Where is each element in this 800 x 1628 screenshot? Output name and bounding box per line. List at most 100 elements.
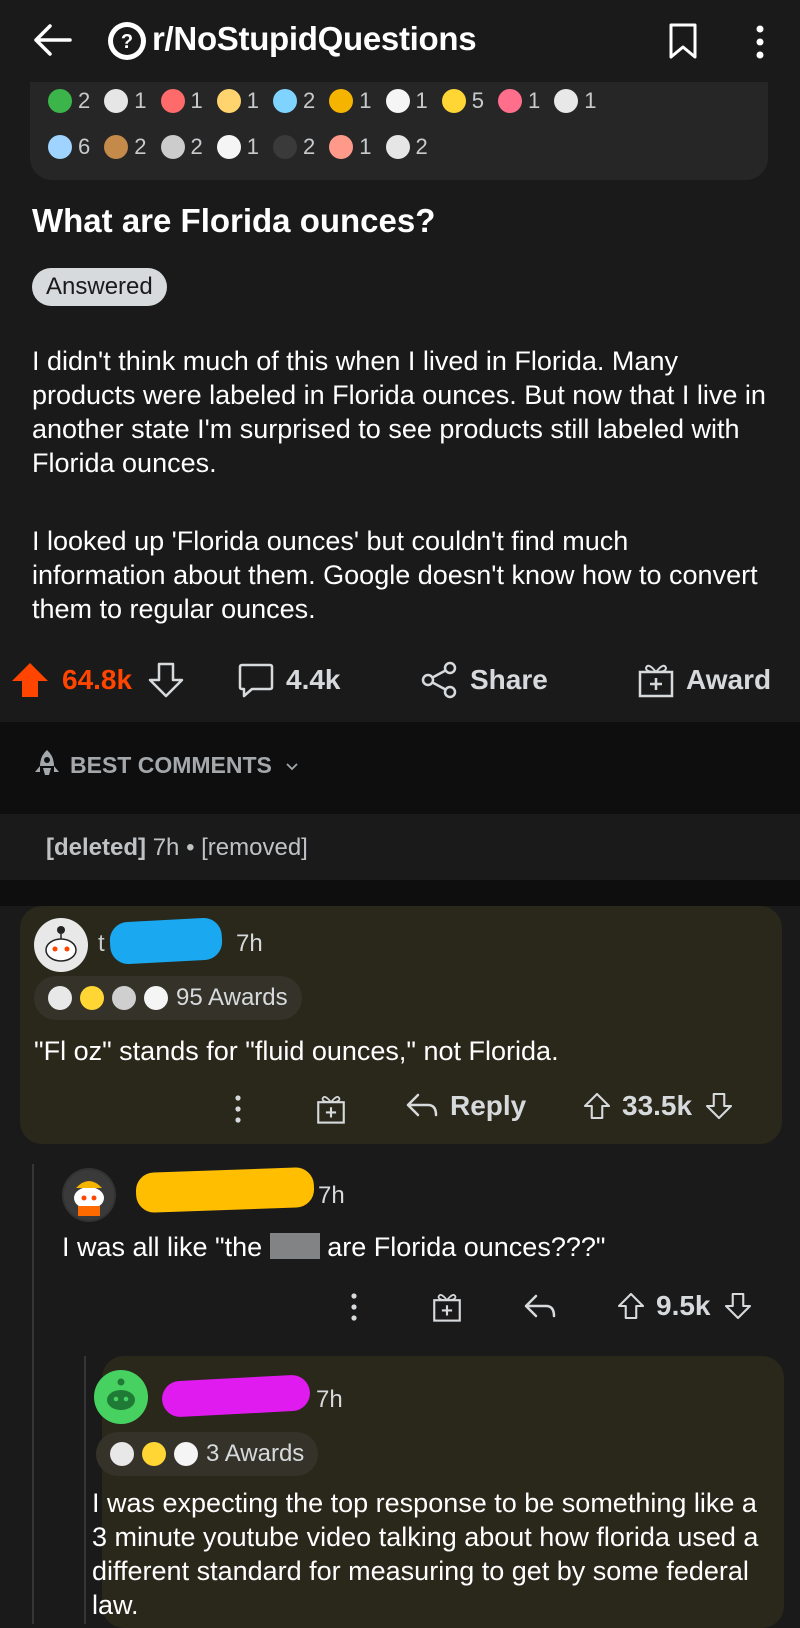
award-item[interactable]: 2: [273, 88, 321, 114]
comments-button[interactable]: 4.4k: [236, 660, 341, 700]
post-body-paragraph: I didn't think much of this when I lived…: [32, 346, 766, 478]
award-count: 1: [246, 134, 259, 159]
redacted-username: [161, 1374, 311, 1418]
award-icon: [498, 89, 522, 113]
award-icon: [48, 89, 72, 113]
deleted-comment[interactable]: [deleted] 7h • [removed]: [46, 834, 308, 862]
comment-text: I was all like "the are Florida ounces??…: [62, 1230, 762, 1264]
award-icon: [104, 89, 129, 113]
post-title: What are Florida ounces?: [32, 202, 436, 239]
thread-line[interactable]: [84, 1356, 86, 1624]
post-awards-panel[interactable]: 2 1 1 1 2 1 1 5 1 1 6 2 2 1 2 1 2: [30, 82, 768, 180]
reply-label: Reply: [450, 1090, 527, 1121]
post-action-bar: 64.8k 4.4k Share Award: [0, 648, 800, 710]
award-item[interactable]: 2: [160, 134, 209, 160]
comment-time: 7h: [236, 930, 263, 957]
award-item[interactable]: 1: [498, 88, 546, 114]
award-icon: [142, 1442, 166, 1466]
chevron-down-icon: [286, 763, 298, 771]
award-count: 5: [471, 88, 484, 113]
gift-icon[interactable]: [430, 1290, 464, 1324]
subreddit-icon[interactable]: ?: [108, 22, 146, 60]
more-options-icon[interactable]: [230, 1092, 246, 1126]
share-button[interactable]: Share: [420, 660, 548, 700]
downvote-icon[interactable]: [704, 1091, 734, 1121]
comment-awards[interactable]: 3 Awards: [96, 1432, 319, 1476]
award-item[interactable]: 1: [385, 88, 434, 114]
award-icon: [174, 1442, 198, 1466]
redacted-username: [108, 917, 224, 965]
comment-score: 33.5k: [622, 1090, 693, 1121]
thread-line[interactable]: [32, 1164, 34, 1624]
award-item[interactable]: 1: [216, 134, 265, 160]
award-count: 6: [78, 134, 91, 159]
award-icon: [216, 135, 241, 159]
award-icon: [80, 986, 104, 1010]
award-count: 1: [190, 88, 203, 113]
comment-text-part: I was all like "the: [62, 1232, 263, 1262]
avatar[interactable]: [62, 1168, 116, 1222]
award-item[interactable]: 1: [329, 134, 377, 160]
downvote-icon[interactable]: [723, 1291, 753, 1321]
award-item[interactable]: 1: [216, 88, 265, 114]
award-item[interactable]: 1: [104, 88, 152, 114]
comment-awards[interactable]: 95 Awards: [34, 976, 302, 1020]
upvote-icon[interactable]: [582, 1091, 612, 1121]
award-item[interactable]: 5: [441, 88, 490, 114]
award-item[interactable]: 2: [273, 134, 321, 160]
award-count: 1: [246, 88, 259, 113]
award-button[interactable]: Award: [636, 660, 771, 700]
comment[interactable]: t 7h 95 Awards "Fl oz" stands for "fluid…: [20, 906, 782, 1144]
censored-word: [269, 1233, 320, 1259]
award-item[interactable]: 6: [48, 134, 96, 160]
bookmark-icon[interactable]: [668, 22, 698, 60]
award-item[interactable]: 2: [385, 134, 434, 160]
share-label: Share: [470, 664, 548, 695]
award-count: 2: [190, 134, 203, 159]
upvote-icon[interactable]: [8, 660, 52, 700]
upvote-icon[interactable]: [616, 1291, 646, 1321]
comment-vote-group: 33.5k: [582, 1090, 734, 1122]
award-item[interactable]: 2: [48, 88, 96, 114]
downvote-icon[interactable]: [146, 660, 186, 700]
award-count: 1: [359, 134, 372, 159]
comment-vote-group: 9.5k: [616, 1290, 753, 1322]
award-count: 1: [359, 88, 372, 113]
divider: [0, 880, 800, 906]
award-icon: [144, 986, 168, 1010]
reply-button[interactable]: Reply: [404, 1090, 526, 1122]
back-arrow-icon[interactable]: [30, 18, 74, 62]
reply-icon[interactable]: [522, 1292, 558, 1322]
comment-text: I was expecting the top response to be s…: [92, 1488, 759, 1620]
award-item[interactable]: 1: [329, 88, 377, 114]
avatar[interactable]: [94, 1370, 148, 1424]
avatar[interactable]: [34, 918, 88, 972]
more-options-icon[interactable]: [752, 24, 768, 60]
award-count: 1: [415, 88, 428, 113]
svg-text:?: ?: [121, 31, 133, 53]
award-item[interactable]: 1: [554, 88, 602, 114]
award-count: 2: [303, 88, 316, 113]
award-count: 2: [303, 134, 316, 159]
post-vote-group: 64.8k: [8, 660, 196, 700]
award-item[interactable]: 1: [160, 88, 209, 114]
gift-icon[interactable]: [314, 1092, 348, 1126]
redacted-username: [135, 1166, 315, 1214]
award-icon: [160, 89, 185, 113]
comment-time: 7h: [318, 1182, 345, 1209]
award-count: 1: [584, 88, 597, 113]
post-flair[interactable]: Answered: [32, 268, 167, 306]
sort-label[interactable]: BEST COMMENTS: [70, 752, 300, 779]
more-options-icon[interactable]: [346, 1290, 362, 1324]
award-count: 1: [528, 88, 541, 113]
comment[interactable]: 7h 3 Awards I was expecting the top resp…: [92, 1356, 784, 1628]
award-item[interactable]: 2: [104, 134, 152, 160]
comment-count: 4.4k: [286, 664, 341, 695]
subreddit-name[interactable]: r/NoStupidQuestions: [152, 20, 477, 58]
award-icon: [216, 89, 241, 113]
top-app-bar: ? r/NoStupidQuestions: [0, 0, 800, 90]
comment-time: 7h: [316, 1386, 343, 1413]
award-icon: [273, 135, 297, 159]
share-icon: [421, 661, 457, 699]
award-icon: [385, 89, 410, 113]
